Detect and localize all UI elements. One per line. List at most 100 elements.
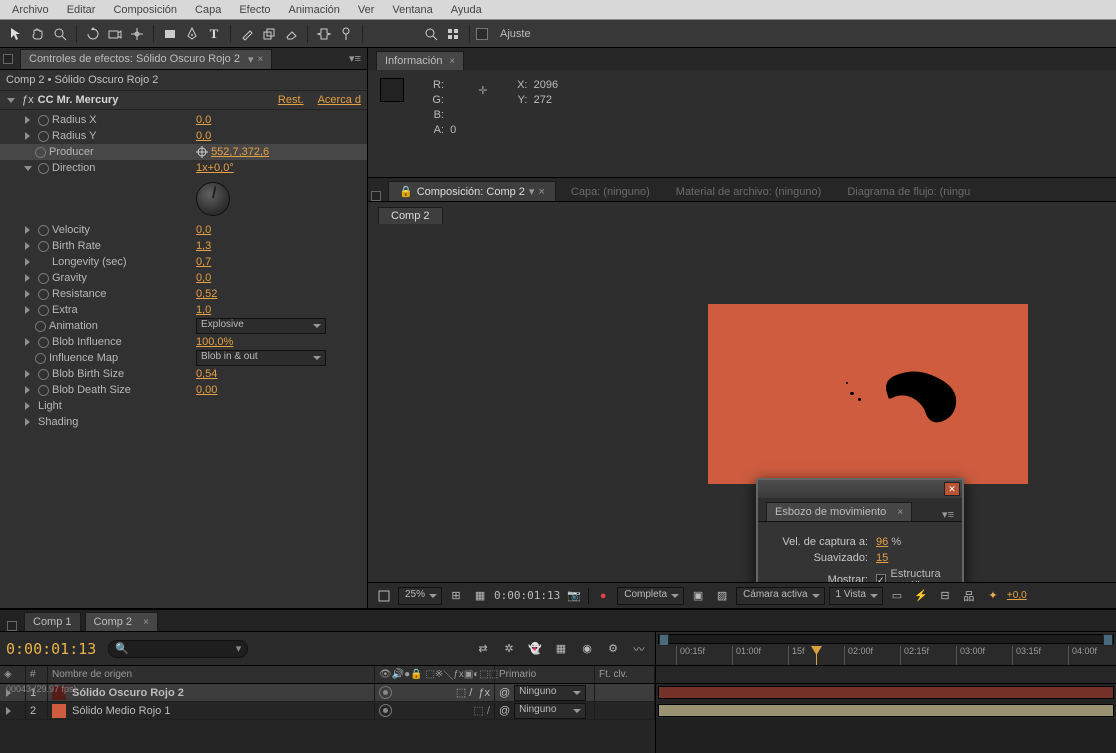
eraser-tool[interactable] xyxy=(281,24,301,44)
menu-composicion[interactable]: Composición xyxy=(105,2,185,18)
resolution-select[interactable]: Completa xyxy=(617,587,684,605)
motion-blur-icon[interactable]: ◉ xyxy=(577,640,597,658)
comp-mini-flowchart-icon[interactable]: ⇄ xyxy=(473,640,493,658)
roi-icon[interactable]: ▣ xyxy=(688,587,708,605)
flowchart-icon[interactable]: 品 xyxy=(959,587,979,605)
hand-tool[interactable] xyxy=(28,24,48,44)
direction-dial[interactable] xyxy=(196,182,230,216)
brush-tool[interactable] xyxy=(237,24,257,44)
pin-tool[interactable] xyxy=(336,24,356,44)
zoom-select[interactable]: 25% xyxy=(398,587,442,605)
stopwatch-icon[interactable] xyxy=(38,115,49,126)
mask-toggle-icon[interactable]: ▦ xyxy=(470,587,490,605)
search-icon[interactable] xyxy=(421,24,441,44)
menu-ventana[interactable]: Ventana xyxy=(384,2,440,18)
channel-icon[interactable]: ● xyxy=(593,587,613,605)
time-navigator[interactable] xyxy=(658,634,1114,644)
exposure-value[interactable]: +0,0 xyxy=(1007,590,1027,601)
about-link[interactable]: Acerca d xyxy=(318,94,361,106)
timeline-tab-comp2[interactable]: Comp 2 × xyxy=(85,612,158,631)
grid-icon[interactable] xyxy=(443,24,463,44)
radius-y-value[interactable]: 0,0 xyxy=(196,130,211,142)
menu-ayuda[interactable]: Ayuda xyxy=(443,2,490,18)
motion-sketch-panel[interactable]: ✕ Esbozo de movimiento × ▾≡ Vel. de capt… xyxy=(756,478,964,582)
menu-archivo[interactable]: Archivo xyxy=(4,2,57,18)
timecode[interactable]: 0:00:01:13 xyxy=(6,640,96,658)
animation-select[interactable]: Explosive xyxy=(196,318,326,334)
zoom-tool[interactable] xyxy=(50,24,70,44)
brainstorm-icon[interactable]: ⚙ xyxy=(603,640,623,658)
panel-menu-icon[interactable]: ▾≡ xyxy=(349,52,361,65)
crosshair-icon[interactable] xyxy=(196,146,208,158)
layer-search-input[interactable]: 🔍▾ xyxy=(108,640,248,658)
clone-tool[interactable] xyxy=(259,24,279,44)
effect-controls-tab[interactable]: Controles de efectos: Sólido Oscuro Rojo… xyxy=(20,49,272,69)
layer-row-2[interactable]: 2 Sólido Medio Rojo 1 ⬚ / @Ninguno xyxy=(0,702,655,720)
camera-tool[interactable] xyxy=(105,24,125,44)
snapshot-icon[interactable]: 📷 xyxy=(564,587,584,605)
menu-animacion[interactable]: Animación xyxy=(281,2,348,18)
shy-icon[interactable]: 👻 xyxy=(525,640,545,658)
panel-lock-icon[interactable] xyxy=(3,54,13,64)
producer-row[interactable]: Producer 552,7,372,6 xyxy=(0,144,367,160)
layer-bar-2[interactable] xyxy=(656,702,1116,720)
composition-canvas[interactable]: ✕ Esbozo de movimiento × ▾≡ Vel. de capt… xyxy=(368,224,1116,582)
lock-icon[interactable] xyxy=(371,191,381,201)
menu-editar[interactable]: Editar xyxy=(59,2,104,18)
selection-tool[interactable] xyxy=(6,24,26,44)
parent-pickwhip-icon[interactable]: @ xyxy=(499,687,510,699)
safe-zones-icon[interactable]: ⊞ xyxy=(446,587,466,605)
close-tab-icon[interactable]: × xyxy=(257,54,263,65)
pixel-aspect-icon[interactable]: ▭ xyxy=(887,587,907,605)
twirl-icon[interactable] xyxy=(6,96,15,105)
close-icon[interactable]: × xyxy=(446,56,455,67)
draft3d-icon[interactable]: ✲ xyxy=(499,640,519,658)
viewer-tab-layer[interactable]: Capa: (ninguno) xyxy=(560,182,661,201)
visibility-toggle[interactable] xyxy=(379,704,392,717)
wireframe-checkbox[interactable]: ✓ xyxy=(876,574,886,582)
transparency-icon[interactable]: ▨ xyxy=(712,587,732,605)
parent-pickwhip-icon[interactable]: @ xyxy=(499,705,510,717)
layer-row-1[interactable]: 1 Sólido Oscuro Rojo 2 ⬚ /ƒx @Ninguno xyxy=(0,684,655,702)
layer-bar-1[interactable] xyxy=(656,684,1116,702)
anchor-tool[interactable] xyxy=(127,24,147,44)
viewer-tab-footage[interactable]: Material de archivo: (ninguno) xyxy=(665,182,833,201)
fast-preview-icon[interactable]: ⚡ xyxy=(911,587,931,605)
influence-map-select[interactable]: Blob in & out xyxy=(196,350,326,366)
roto-tool[interactable] xyxy=(314,24,334,44)
camera-select[interactable]: Cámara activa xyxy=(736,587,824,605)
frame-blend-icon[interactable]: ▦ xyxy=(551,640,571,658)
time-ruler[interactable]: 00:15f01:00f15f02:00f02:15f03:00f03:15f0… xyxy=(656,632,1116,666)
direction-value[interactable]: 1x+0,0° xyxy=(196,162,234,174)
current-time-indicator[interactable] xyxy=(816,646,817,666)
info-tab[interactable]: Información × xyxy=(376,51,464,70)
smoothing-value[interactable]: 15 xyxy=(876,552,888,564)
parent-select[interactable]: Ninguno xyxy=(514,703,586,719)
menu-efecto[interactable]: Efecto xyxy=(231,2,278,18)
current-time[interactable]: 0:00:01:13 xyxy=(494,589,560,602)
viewer-tab-flowchart[interactable]: Diagrama de flujo: (ningu xyxy=(836,182,981,201)
lock-icon[interactable] xyxy=(7,621,17,631)
motion-sketch-tab[interactable]: Esbozo de movimiento × xyxy=(766,502,912,521)
rect-tool[interactable] xyxy=(160,24,180,44)
capture-speed-value[interactable]: 96 xyxy=(876,536,888,548)
viewer-tab-composition[interactable]: 🔒Composición: Comp 2▾× xyxy=(388,181,556,201)
rotate-tool[interactable] xyxy=(83,24,103,44)
timeline-icon[interactable]: ⊟ xyxy=(935,587,955,605)
close-panel-icon[interactable]: ✕ xyxy=(944,482,960,496)
pen-tool[interactable] xyxy=(182,24,202,44)
graph-editor-icon[interactable]: 〰 xyxy=(629,640,649,658)
panel-menu-icon[interactable]: ▾≡ xyxy=(942,508,954,521)
magnify-icon[interactable] xyxy=(374,587,394,605)
text-tool[interactable]: T xyxy=(204,24,224,44)
menu-ver[interactable]: Ver xyxy=(350,2,383,18)
parent-select[interactable]: Ninguno xyxy=(514,685,586,701)
timeline-tab-comp1[interactable]: Comp 1 xyxy=(24,612,81,631)
menu-capa[interactable]: Capa xyxy=(187,2,229,18)
reset-link[interactable]: Rest. xyxy=(278,94,304,106)
radius-x-value[interactable]: 0,0 xyxy=(196,114,211,126)
fit-checkbox[interactable] xyxy=(476,28,488,40)
visibility-toggle[interactable] xyxy=(379,686,392,699)
viewer-subtab-comp2[interactable]: Comp 2 xyxy=(378,207,443,224)
views-select[interactable]: 1 Vista xyxy=(829,587,883,605)
